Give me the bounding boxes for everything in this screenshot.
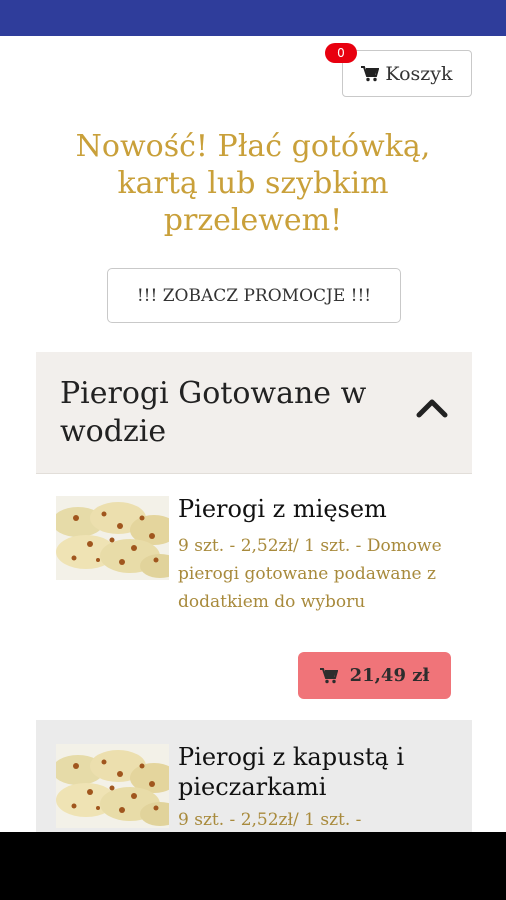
product-description: 9 szt. - 2,52zł/ 1 szt. - [178, 810, 362, 830]
shopping-cart-icon [361, 65, 380, 81]
navigation-bar [0, 832, 506, 900]
cart-count-badge: 0 [325, 43, 357, 63]
chevron-up-icon[interactable] [416, 398, 448, 418]
category-header[interactable]: Pierogi Gotowane w wodzie [36, 352, 472, 474]
product-name: Pierogi z mięsem [178, 495, 387, 523]
promo-headline: Nowość! Płać gotówką, kartą lub szybkim … [75, 129, 431, 238]
product-card[interactable]: Pierogi z mięsem 9 szt. - 2,52zł/ 1 szt.… [36, 476, 472, 720]
status-bar [0, 0, 506, 36]
category-title: Pierogi Gotowane w wodzie [60, 376, 367, 449]
product-card[interactable]: Pierogi z kapustą i pieczarkami 9 szt. -… [36, 720, 472, 840]
cart-button[interactable]: Koszyk [342, 50, 472, 97]
price-label: 21,49 zł [349, 665, 430, 686]
add-to-cart-button[interactable]: 21,49 zł [298, 652, 451, 699]
cart-label: Koszyk [385, 62, 453, 85]
shopping-cart-icon [319, 667, 338, 683]
product-description: 9 szt. - 2,52zł/ 1 szt. - Domowe pierogi… [178, 536, 442, 612]
product-name: Pierogi z kapustą i pieczarkami [178, 743, 405, 801]
promotions-button[interactable]: !!! ZOBACZ PROMOCJE !!! [107, 268, 401, 323]
